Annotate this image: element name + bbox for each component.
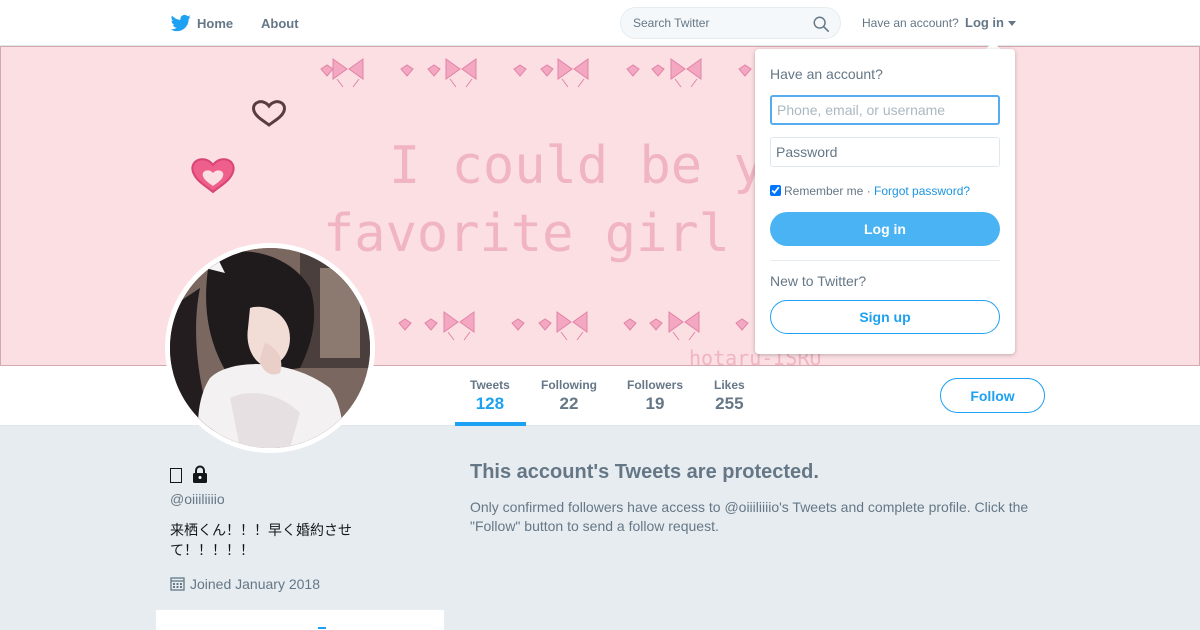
sidebar-card-mark — [318, 627, 326, 629]
joined-text: Joined January 2018 — [190, 576, 320, 592]
sidebar-card — [156, 610, 444, 630]
lock-icon — [193, 465, 208, 483]
stat-likes-value: 255 — [715, 394, 744, 413]
protected-text: Only confirmed followers have access to … — [470, 499, 1029, 534]
stat-followers-label: Followers — [627, 378, 684, 392]
search-icon[interactable] — [812, 15, 830, 33]
nav-home-link[interactable]: Home — [197, 16, 233, 31]
have-account-text: Have an account? — [862, 16, 959, 30]
search-box[interactable]: Search Twitter — [620, 7, 841, 39]
stat-likes-label: Likes — [714, 378, 745, 392]
stat-followers[interactable]: Followers 19 — [627, 378, 683, 414]
forgot-password-link[interactable]: Forgot password? — [874, 184, 970, 198]
profile-avatar[interactable] — [165, 243, 375, 453]
stat-following-label: Following — [541, 378, 597, 392]
stat-tweets-label: Tweets — [470, 378, 510, 392]
remember-separator: · — [863, 184, 875, 198]
active-tab-underline — [455, 422, 526, 426]
stat-following-value: 22 — [559, 394, 579, 413]
login-dropdown-title: Have an account? — [770, 66, 883, 82]
profile-name — [170, 465, 209, 486]
remember-row: Remember me · Forgot password? — [770, 184, 970, 198]
remember-me-checkbox[interactable] — [770, 185, 781, 196]
login-dropdown-toggle[interactable]: Log in — [965, 15, 1004, 30]
unsupported-glyph-box — [170, 468, 182, 483]
stat-followers-value: 19 — [645, 394, 665, 413]
stat-tweets-value: 128 — [475, 394, 505, 413]
profile-joined: Joined January 2018 — [170, 576, 320, 592]
follow-button[interactable]: Follow — [940, 378, 1045, 413]
login-dropdown: Have an account? Remember me · Forgot pa… — [755, 49, 1015, 354]
avatar-photo — [170, 248, 370, 448]
calendar-icon — [170, 577, 185, 591]
twitter-bird-icon[interactable] — [170, 13, 192, 33]
remember-me-label[interactable]: Remember me — [784, 184, 863, 198]
nav-about-link[interactable]: About — [261, 16, 299, 31]
stat-tweets[interactable]: Tweets 128 — [470, 378, 510, 414]
password-field[interactable] — [770, 137, 1000, 167]
profile-bio: 来栖くん！！！早く婚約させて！！！！！ — [170, 523, 352, 559]
search-input[interactable]: Search Twitter — [633, 16, 709, 30]
username-field[interactable] — [770, 95, 1000, 125]
protected-title: This account's Tweets are protected. — [470, 461, 819, 483]
stat-following[interactable]: Following 22 — [541, 378, 597, 414]
profile-handle[interactable]: @oiiiliiiio — [170, 491, 225, 507]
stat-likes[interactable]: Likes 255 — [714, 378, 745, 414]
caret-down-icon[interactable] — [1008, 21, 1016, 26]
top-navigation-bar: Home About Search Twitter Have an accoun… — [0, 0, 1200, 46]
signup-button[interactable]: Sign up — [770, 300, 1000, 334]
login-button[interactable]: Log in — [770, 212, 1000, 246]
new-to-twitter-text: New to Twitter? — [770, 273, 867, 289]
dropdown-divider — [770, 260, 1000, 261]
